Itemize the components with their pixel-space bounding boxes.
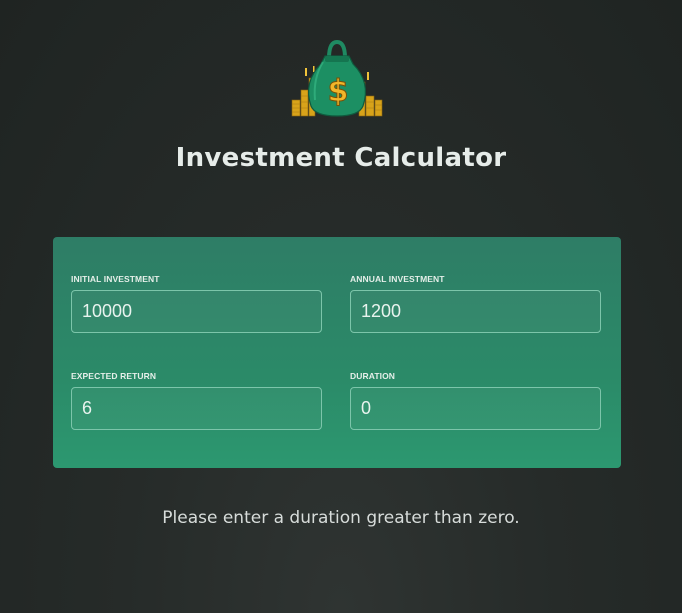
- expected-return-input[interactable]: [71, 387, 322, 430]
- duration-input[interactable]: [350, 387, 601, 430]
- expected-return-label: EXPECTED RETURN: [71, 371, 157, 381]
- duration-field: DURATION: [350, 371, 601, 430]
- expected-return-field: EXPECTED RETURN: [71, 371, 322, 430]
- annual-investment-label: ANNUAL INVESTMENT: [350, 274, 445, 284]
- initial-investment-input[interactable]: [71, 290, 322, 333]
- initial-investment-label: INITIAL INVESTMENT: [71, 274, 160, 284]
- page-title: Investment Calculator: [175, 143, 507, 173]
- initial-investment-field: INITIAL INVESTMENT: [71, 274, 322, 333]
- svg-text:$: $: [328, 74, 349, 109]
- annual-investment-field: ANNUAL INVESTMENT: [350, 274, 601, 333]
- validation-message: Please enter a duration greater than zer…: [162, 508, 520, 528]
- annual-investment-input[interactable]: [350, 290, 601, 333]
- investment-form: INITIAL INVESTMENT ANNUAL INVESTMENT EXP…: [53, 237, 621, 468]
- duration-label: DURATION: [350, 371, 396, 381]
- money-bag-icon: $: [291, 39, 383, 117]
